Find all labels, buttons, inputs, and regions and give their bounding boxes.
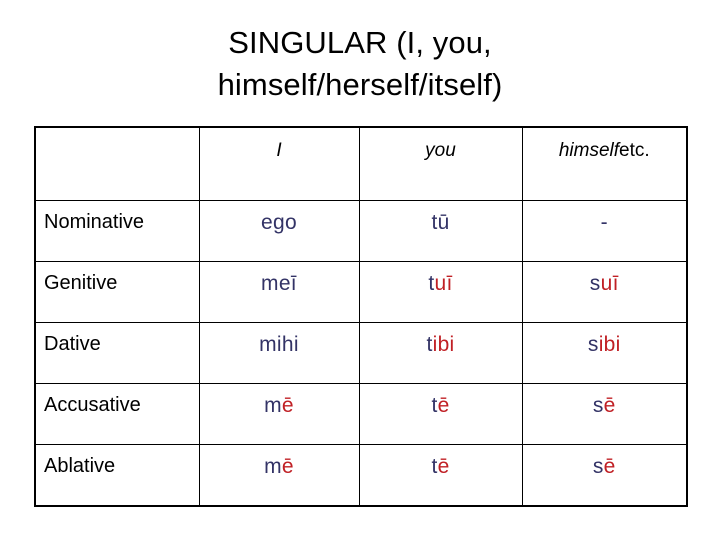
header-third-person-suffix: etc. bbox=[619, 140, 650, 161]
header-row: I you himselfetc. bbox=[34, 126, 688, 201]
form-segment-red: ē bbox=[281, 455, 294, 478]
form-segment-red: uī bbox=[600, 272, 619, 295]
form-ablative-first: mē bbox=[198, 444, 360, 506]
form-segment-red: ibi bbox=[432, 333, 455, 356]
title-line-2: himself/herself/itself) bbox=[217, 67, 503, 103]
case-label-nominative: Nominative bbox=[34, 200, 200, 262]
form-segment-navy: - bbox=[600, 211, 608, 234]
form-accusative-third: sē bbox=[521, 383, 688, 445]
form-segment-red: ē bbox=[603, 455, 616, 478]
form-nominative-second: tū bbox=[358, 200, 523, 262]
declension-table-container: I you himselfetc. Nominative ego tū - Ge… bbox=[34, 126, 688, 507]
form-segment-red: ē bbox=[603, 394, 616, 417]
form-segment-navy: s bbox=[592, 455, 604, 478]
table-body: Nominative ego tū - Genitive meī tuī suī… bbox=[34, 200, 688, 506]
table-row: Ablative mē tē sē bbox=[34, 444, 688, 506]
form-segment-navy: m bbox=[264, 394, 282, 417]
form-segment-navy: tū bbox=[431, 211, 450, 234]
form-genitive-first: meī bbox=[198, 261, 360, 323]
table-header: I you himselfetc. bbox=[34, 126, 688, 201]
header-case-column bbox=[34, 126, 200, 201]
header-third-person: himselfetc. bbox=[521, 126, 688, 201]
form-dative-third: sibi bbox=[521, 322, 688, 384]
form-segment-navy: mihi bbox=[259, 333, 299, 356]
form-segment-navy: meī bbox=[261, 272, 297, 295]
form-segment-navy: s bbox=[587, 333, 599, 356]
form-segment-navy: m bbox=[264, 455, 282, 478]
case-label-genitive: Genitive bbox=[34, 261, 200, 323]
form-genitive-second: tuī bbox=[358, 261, 523, 323]
form-genitive-third: suī bbox=[521, 261, 688, 323]
form-nominative-third: - bbox=[521, 200, 688, 262]
form-accusative-first: mē bbox=[198, 383, 360, 445]
form-segment-navy: s bbox=[589, 272, 601, 295]
page-title: SINGULAR (I, you, himself/herself/itself… bbox=[0, 22, 720, 106]
form-segment-red: ē bbox=[437, 455, 450, 478]
slide-canvas: SINGULAR (I, you, himself/herself/itself… bbox=[0, 0, 720, 540]
form-ablative-third: sē bbox=[521, 444, 688, 506]
form-segment-red: uī bbox=[434, 272, 453, 295]
case-label-dative: Dative bbox=[34, 322, 200, 384]
form-segment-red: ibi bbox=[598, 333, 621, 356]
declension-table: I you himselfetc. Nominative ego tū - Ge… bbox=[34, 126, 688, 507]
form-segment-navy: s bbox=[592, 394, 604, 417]
form-segment-navy: ego bbox=[261, 211, 297, 234]
header-third-person-label: himself bbox=[558, 140, 620, 161]
form-nominative-first: ego bbox=[198, 200, 360, 262]
table-row: Dative mihi tibi sibi bbox=[34, 322, 688, 384]
table-row: Genitive meī tuī suī bbox=[34, 261, 688, 323]
form-accusative-second: tē bbox=[358, 383, 523, 445]
form-segment-red: ē bbox=[281, 394, 294, 417]
header-second-person-label: you bbox=[425, 140, 456, 161]
table-row: Nominative ego tū - bbox=[34, 200, 688, 262]
title-line-1: SINGULAR (I, you, bbox=[228, 25, 492, 60]
form-dative-first: mihi bbox=[198, 322, 360, 384]
header-second-person: you bbox=[358, 126, 523, 201]
form-ablative-second: tē bbox=[358, 444, 523, 506]
form-segment-red: ē bbox=[437, 394, 450, 417]
table-row: Accusative mē tē sē bbox=[34, 383, 688, 445]
header-first-person-label: I bbox=[276, 140, 282, 161]
case-label-ablative: Ablative bbox=[34, 444, 200, 506]
header-first-person: I bbox=[198, 126, 360, 201]
form-dative-second: tibi bbox=[358, 322, 523, 384]
case-label-accusative: Accusative bbox=[34, 383, 200, 445]
